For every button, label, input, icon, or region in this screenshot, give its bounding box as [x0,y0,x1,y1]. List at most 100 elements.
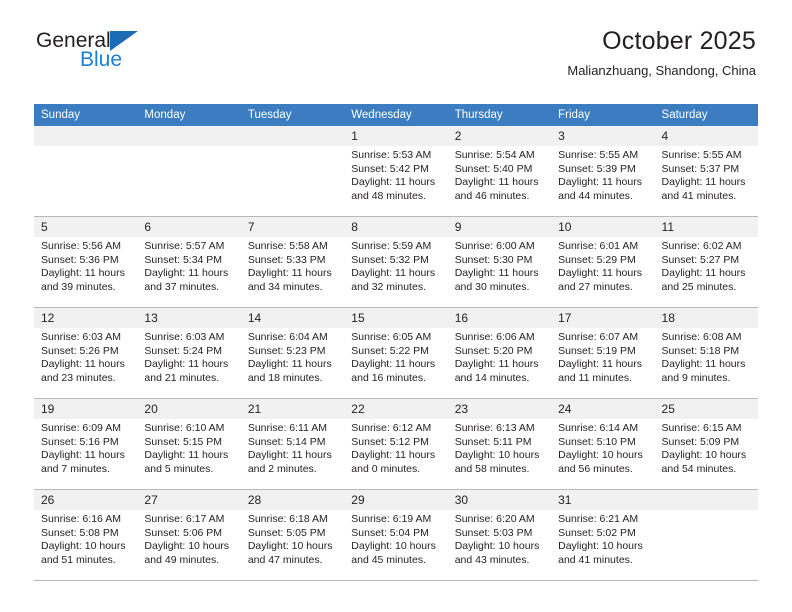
daylight-text-line2: and 54 minutes. [661,462,737,475]
day-details: Sunrise: 6:04 AM Sunset: 5:23 PM Daylight:… [241,328,344,385]
calendar-day-cell[interactable]: 4 Sunrise: 5:55 AM Sunset: 5:37 PM Daylight… [654,126,758,217]
sunset-text: Sunset: 5:30 PM [454,253,533,266]
calendar-day-cell[interactable]: 20 Sunrise: 6:10 AM Sunset: 5:15 PM Dayligh… [137,398,241,490]
day-details: Sunrise: 6:06 AM Sunset: 5:20 PM Daylight:… [448,328,551,385]
daylight-text-line2: and 2 minutes. [247,462,317,475]
daylight-text-line2: and 43 minutes. [454,553,530,566]
daylight-text-line1: Daylight: 11 hours [661,267,746,280]
sunrise-text: Sunrise: 6:08 AM [661,331,742,343]
calendar-day-cell[interactable]: 15 Sunrise: 6:05 AM Sunset: 5:22 PM Dayligh… [344,307,448,399]
calendar-day-cell[interactable]: 7 Sunrise: 5:58 AM Sunset: 5:33 PM Daylight… [240,216,345,308]
sunrise-text: Sunrise: 6:14 AM [558,422,639,434]
calendar-day-cell[interactable]: 31 Sunrise: 6:21 AM Sunset: 5:02 PM Dayligh… [551,489,655,581]
calendar-day-cell[interactable]: 8 Sunrise: 5:59 AM Sunset: 5:32 PM Daylight… [344,216,448,308]
daylight-text-line2: and 41 minutes. [558,553,633,566]
day-details: Sunrise: 5:58 AM Sunset: 5:33 PM Daylight:… [241,237,344,294]
sunrise-text: Sunrise: 5:58 AM [247,240,328,252]
day-number: 27 [137,490,241,510]
daylight-text-line1: Daylight: 11 hours [454,176,539,189]
calendar-day-cell[interactable]: 27 Sunrise: 6:17 AM Sunset: 5:06 PM Dayligh… [137,489,241,581]
calendar-day-cell[interactable]: 24 Sunrise: 6:14 AM Sunset: 5:10 PM Dayligh… [551,398,655,490]
calendar-day-cell[interactable]: 23 Sunrise: 6:13 AM Sunset: 5:11 PM Dayligh… [447,398,552,490]
calendar-day-cell[interactable]: 2 Sunrise: 5:54 AM Sunset: 5:40 PM Daylight… [447,126,552,217]
calendar-day-cell[interactable]: 29 Sunrise: 6:19 AM Sunset: 5:04 PM Dayligh… [344,489,448,581]
sunrise-text: Sunrise: 5:59 AM [351,240,432,252]
calendar-day-cell[interactable]: 11 Sunrise: 6:02 AM Sunset: 5:27 PM Dayligh… [654,216,758,308]
daylight-text-line2: and 16 minutes. [351,371,426,384]
logo-text-blue: Blue [80,48,123,71]
daylight-text-line2: and 51 minutes. [41,553,116,566]
day-number: 1 [344,126,448,146]
calendar-day-cell-empty [137,126,241,217]
sunset-text: Sunset: 5:15 PM [144,435,223,448]
daylight-text-line2: and 0 minutes. [351,462,421,475]
day-number: 14 [240,308,345,328]
sunset-text: Sunset: 5:29 PM [558,253,636,266]
daylight-text-line2: and 39 minutes. [41,280,116,293]
daylight-text-line1: Daylight: 11 hours [247,449,332,462]
sunrise-text: Sunrise: 6:11 AM [247,422,328,434]
day-number: 28 [240,490,345,510]
daylight-text-line1: Daylight: 11 hours [558,267,642,280]
sunrise-text: Sunrise: 6:03 AM [144,331,225,343]
title-block: October 2025 Malianzhuang, Shandong, Chi… [567,26,756,81]
calendar-day-cell[interactable]: 17 Sunrise: 6:07 AM Sunset: 5:19 PM Dayligh… [551,307,655,399]
day-details: Sunrise: 5:54 AM Sunset: 5:40 PM Daylight:… [448,146,551,203]
sunset-text: Sunset: 5:16 PM [41,435,119,448]
daylight-text-line1: Daylight: 11 hours [558,358,642,371]
calendar-day-cell[interactable]: 30 Sunrise: 6:20 AM Sunset: 5:03 PM Dayligh… [447,489,552,581]
weekday-header-monday: Monday [137,104,241,126]
sunset-text: Sunset: 5:10 PM [558,435,636,448]
sunset-text: Sunset: 5:23 PM [247,344,326,357]
day-details: Sunrise: 6:11 AM Sunset: 5:14 PM Daylight:… [241,419,344,476]
sunset-text: Sunset: 5:39 PM [558,162,636,175]
calendar-day-cell[interactable]: 5 Sunrise: 5:56 AM Sunset: 5:36 PM Daylight… [34,216,138,308]
sunrise-text: Sunrise: 6:03 AM [41,331,121,343]
weekday-header-friday: Friday [551,104,655,126]
day-number: 25 [654,399,758,419]
calendar-day-cell[interactable]: 25 Sunrise: 6:15 AM Sunset: 5:09 PM Dayligh… [654,398,758,490]
sunrise-text: Sunrise: 6:04 AM [247,331,328,343]
calendar-day-cell[interactable]: 18 Sunrise: 6:08 AM Sunset: 5:18 PM Dayligh… [654,307,758,399]
day-details: Sunrise: 6:18 AM Sunset: 5:05 PM Daylight:… [241,510,344,567]
calendar-day-cell[interactable]: 3 Sunrise: 5:55 AM Sunset: 5:39 PM Daylight… [551,126,655,217]
calendar-day-cell[interactable]: 9 Sunrise: 6:00 AM Sunset: 5:30 PM Daylight… [447,216,552,308]
calendar-day-cell[interactable]: 6 Sunrise: 5:57 AM Sunset: 5:34 PM Daylight… [137,216,241,308]
daylight-text-line2: and 56 minutes. [558,462,633,475]
calendar-day-cell[interactable]: 14 Sunrise: 6:04 AM Sunset: 5:23 PM Dayligh… [240,307,345,399]
weekday-header-wednesday: Wednesday [344,104,448,126]
calendar-day-cell[interactable]: 10 Sunrise: 6:01 AM Sunset: 5:29 PM Dayligh… [551,216,655,308]
day-number: 8 [344,217,448,237]
day-number [34,126,138,146]
daylight-text-line2: and 45 minutes. [351,553,426,566]
day-number: 31 [551,490,655,510]
day-details: Sunrise: 6:00 AM Sunset: 5:30 PM Daylight:… [448,237,551,294]
calendar-day-cell[interactable]: 1 Sunrise: 5:53 AM Sunset: 5:42 PM Daylight… [344,126,448,217]
sunrise-text: Sunrise: 5:57 AM [144,240,225,252]
calendar-day-cell[interactable]: 12 Sunrise: 6:03 AM Sunset: 5:26 PM Dayligh… [34,307,138,399]
daylight-text-line2: and 21 minutes. [144,371,220,384]
calendar-day-cell[interactable]: 21 Sunrise: 6:11 AM Sunset: 5:14 PM Dayligh… [240,398,345,490]
daylight-text-line1: Daylight: 11 hours [144,267,229,280]
calendar-day-cell[interactable]: 26 Sunrise: 6:16 AM Sunset: 5:08 PM Dayligh… [34,489,138,581]
calendar-day-cell[interactable]: 13 Sunrise: 6:03 AM Sunset: 5:24 PM Dayligh… [137,307,241,399]
calendar-day-cell-empty [34,126,138,217]
calendar-day-cell[interactable]: 28 Sunrise: 6:18 AM Sunset: 5:05 PM Dayligh… [240,489,345,581]
sunset-text: Sunset: 5:08 PM [41,526,119,539]
calendar-day-cell[interactable]: 16 Sunrise: 6:06 AM Sunset: 5:20 PM Dayligh… [447,307,552,399]
daylight-text-line2: and 48 minutes. [351,189,426,202]
day-number [240,126,345,146]
daylight-text-line1: Daylight: 11 hours [144,449,229,462]
sunrise-text: Sunrise: 6:07 AM [558,331,639,343]
sunset-text: Sunset: 5:11 PM [454,435,532,448]
calendar-day-cell[interactable]: 22 Sunrise: 6:12 AM Sunset: 5:12 PM Dayligh… [344,398,448,490]
page-subtitle: Malianzhuang, Shandong, China [567,63,756,78]
daylight-text-line1: Daylight: 11 hours [351,267,436,280]
calendar-day-cell-empty [240,126,345,217]
sunset-text: Sunset: 5:19 PM [558,344,636,357]
calendar-day-cell[interactable]: 19 Sunrise: 6:09 AM Sunset: 5:16 PM Dayligh… [34,398,138,490]
sunset-text: Sunset: 5:26 PM [41,344,119,357]
sunrise-text: Sunrise: 6:19 AM [351,513,432,525]
sunrise-text: Sunrise: 6:09 AM [41,422,121,434]
day-details: Sunrise: 5:55 AM Sunset: 5:39 PM Daylight:… [551,146,654,203]
